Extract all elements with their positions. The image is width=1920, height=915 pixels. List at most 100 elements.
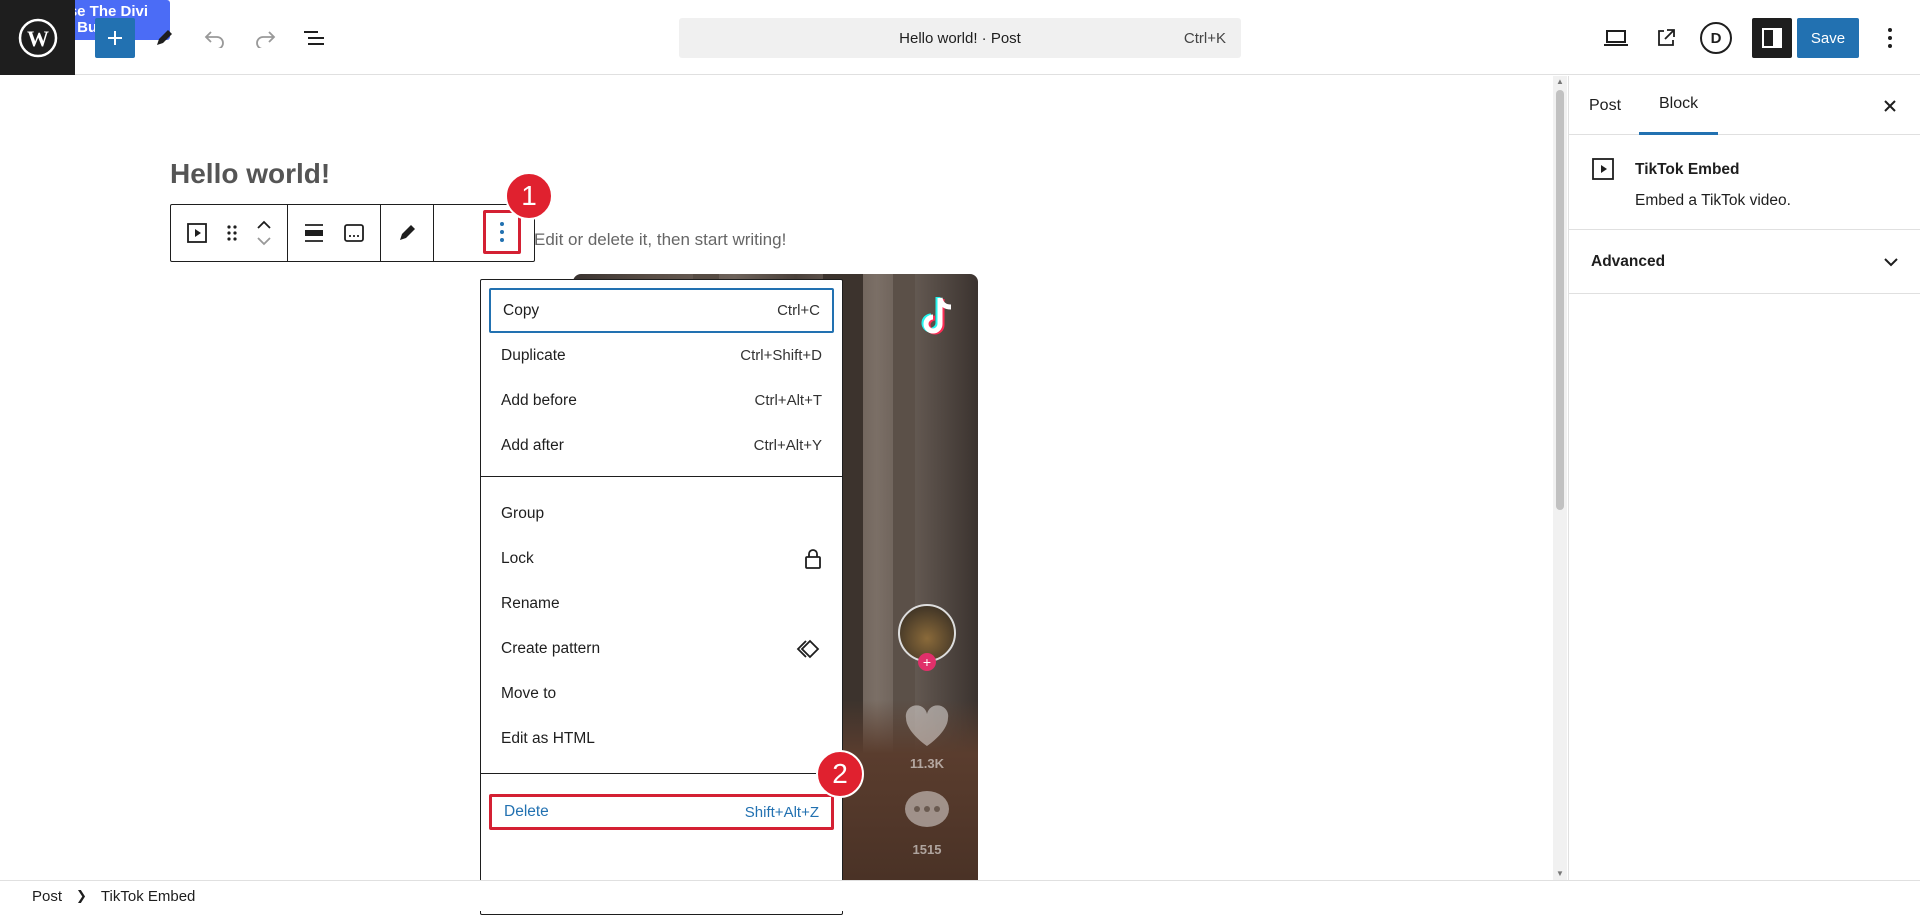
paragraph-block[interactable]: Edit or delete it, then start writing! (534, 230, 786, 250)
menu-item-shortcut: Shift+Alt+Z (744, 803, 819, 821)
drag-icon (227, 225, 237, 241)
close-sidebar-button[interactable] (1872, 88, 1908, 124)
block-options-button[interactable] (483, 210, 521, 254)
menu-group-tools: Group Lock Rename Create pattern Move to… (481, 477, 842, 774)
step-badge-1: 1 (505, 172, 553, 220)
view-post-button[interactable] (1646, 18, 1686, 58)
scroll-down-arrow-icon[interactable]: ▼ (1556, 870, 1564, 878)
menu-item-label: Edit as HTML (501, 729, 595, 747)
drag-handle[interactable] (217, 213, 247, 253)
block-toolbar-group-align (288, 205, 381, 261)
post-title[interactable]: Hello world! (170, 158, 330, 190)
options-menu-button[interactable] (1870, 18, 1910, 58)
sidebar-tabs: Post Block (1569, 76, 1920, 135)
block-toolbar-group-edit (381, 205, 434, 261)
menu-item-shortcut: Ctrl+C (777, 302, 820, 319)
advanced-panel-toggle[interactable]: Advanced (1569, 230, 1920, 294)
undo-button[interactable] (195, 18, 235, 58)
tab-post[interactable]: Post (1569, 76, 1641, 135)
lock-icon (805, 548, 821, 569)
menu-group-clipboard: Copy Ctrl+C Duplicate Ctrl+Shift+D Add b… (481, 280, 842, 477)
step-badge-2: 2 (816, 750, 864, 798)
list-view-icon (304, 31, 324, 45)
caption-icon (344, 224, 364, 242)
menu-item-group[interactable]: Group (489, 491, 834, 536)
menu-item-label: Lock (501, 549, 534, 567)
move-up-down-button[interactable] (247, 213, 281, 253)
menu-item-lock[interactable]: Lock (489, 536, 834, 581)
more-vertical-icon (500, 222, 504, 242)
menu-item-label: Add after (501, 436, 564, 454)
edit-url-button[interactable] (387, 213, 427, 253)
document-overview-button[interactable] (294, 18, 334, 58)
menu-item-move-to[interactable]: Move to (489, 671, 834, 716)
menu-item-shortcut: Ctrl+Alt+T (754, 392, 822, 409)
close-icon (1884, 100, 1896, 112)
tools-button[interactable] (144, 18, 184, 58)
align-button[interactable] (294, 213, 334, 253)
block-card: TikTok Embed Embed a TikTok video. (1569, 135, 1920, 230)
comment-icon[interactable] (903, 789, 951, 833)
like-count: 11.3K (910, 756, 944, 771)
block-options-menu: Copy Ctrl+C Duplicate Ctrl+Shift+D Add b… (480, 279, 843, 915)
redo-icon (256, 31, 276, 48)
menu-item-rename[interactable]: Rename (489, 581, 834, 626)
block-type-button[interactable] (177, 213, 217, 253)
embed-video-icon (1592, 158, 1614, 180)
menu-item-delete[interactable]: Delete Shift+Alt+Z (489, 794, 834, 830)
menu-item-label: Move to (501, 684, 557, 702)
svg-text:W: W (27, 26, 49, 51)
menu-item-label: Rename (501, 594, 560, 612)
scroll-thumb[interactable] (1556, 90, 1564, 510)
add-block-button[interactable] (95, 18, 135, 58)
tab-block[interactable]: Block (1639, 76, 1719, 135)
heart-icon[interactable] (903, 704, 951, 748)
pattern-icon (796, 639, 820, 658)
scroll-up-arrow-icon[interactable]: ▲ (1556, 78, 1564, 86)
chevron-up-down-icon (257, 220, 271, 246)
menu-item-duplicate[interactable]: Duplicate Ctrl+Shift+D (489, 333, 834, 378)
menu-item-edit-as-html[interactable]: Edit as HTML (489, 716, 834, 761)
chevron-down-icon (1884, 257, 1898, 266)
menu-item-label: Group (501, 504, 545, 522)
breadcrumb: Post ❯ TikTok Embed (0, 880, 1920, 911)
menu-item-add-after[interactable]: Add after Ctrl+Alt+Y (489, 423, 834, 468)
command-shortcut: Ctrl+K (1183, 29, 1226, 47)
menu-item-label: Create pattern (501, 639, 601, 657)
breadcrumb-block[interactable]: TikTok Embed (101, 888, 195, 905)
block-card-description: Embed a TikTok video. (1635, 192, 1791, 209)
menu-item-add-before[interactable]: Add before Ctrl+Alt+T (489, 378, 834, 423)
settings-sidebar: Post Block TikTok Embed Embed a TikTok v… (1568, 76, 1920, 880)
undo-icon (204, 31, 224, 48)
follow-plus-icon[interactable]: + (918, 653, 936, 671)
plus-icon (108, 31, 122, 45)
canvas-scrollbar[interactable]: ▲ ▼ (1553, 76, 1567, 880)
laptop-icon (1604, 30, 1628, 46)
caption-button[interactable] (334, 213, 374, 253)
more-vertical-icon (1888, 28, 1892, 48)
wordpress-icon: W (18, 18, 57, 57)
chevron-right-icon: ❯ (76, 888, 87, 903)
block-toolbar (170, 204, 535, 262)
menu-item-copy[interactable]: Copy Ctrl+C (489, 288, 834, 333)
align-wide-icon (305, 224, 323, 242)
save-button[interactable]: Save (1797, 18, 1859, 58)
top-toolbar: W D Use The Divi Builder Hello world! · … (0, 0, 1920, 75)
tiktok-logo-icon (921, 297, 952, 335)
menu-item-shortcut: Ctrl+Alt+Y (753, 437, 822, 454)
settings-toggle-button[interactable] (1752, 18, 1792, 58)
external-link-icon (1658, 29, 1675, 46)
document-title: Hello world! · Post (899, 29, 1021, 47)
command-palette-bar[interactable]: Hello world! · Post Ctrl+K (679, 18, 1241, 58)
wordpress-logo[interactable]: W (0, 0, 75, 75)
redo-button[interactable] (245, 18, 285, 58)
block-toolbar-group-options (434, 205, 490, 261)
menu-item-label: Duplicate (501, 346, 566, 364)
breadcrumb-post[interactable]: Post (32, 888, 62, 905)
menu-item-shortcut: Ctrl+Shift+D (740, 347, 822, 364)
preview-button[interactable] (1596, 18, 1636, 58)
embed-video-icon (187, 223, 207, 243)
menu-item-create-pattern[interactable]: Create pattern (489, 626, 834, 671)
block-card-title: TikTok Embed (1635, 161, 1740, 178)
divi-icon-button[interactable]: D (1700, 22, 1732, 54)
